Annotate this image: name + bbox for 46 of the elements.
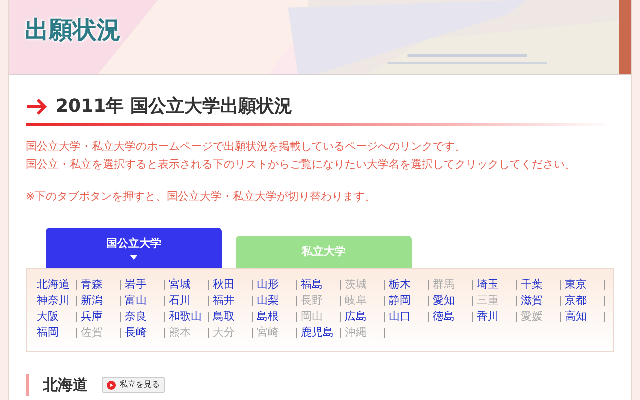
intro-text: 国公立大学・私立大学のホームページで出願状況を掲載しているページへのリンクです。 [26,139,467,155]
prefecture-link[interactable]: 広島 [345,308,367,326]
prefecture-link[interactable]: 秋田 [213,276,235,294]
prefecture-link[interactable]: 神奈川 [37,292,70,310]
prefecture-link[interactable]: 岩手 [125,276,147,294]
caret-icon [130,254,138,260]
prefecture-link[interactable]: 鳥取 [213,308,235,326]
note-text: ※下のタブボタンを押すと、国公立大学・私立大学が切り替わります。 [26,189,378,205]
prefecture-link[interactable]: 山口 [389,308,411,326]
prefecture-link[interactable]: 香川 [477,308,499,326]
prefecture-link[interactable]: 島根 [257,308,279,326]
prefecture-link[interactable]: 東京 [565,276,587,294]
prefecture-link[interactable]: 京都 [565,292,587,310]
prefecture-link[interactable]: 北海道 [37,276,70,294]
prefecture-link[interactable]: 鹿児島 [301,324,334,342]
prefecture-link[interactable]: 栃木 [389,276,411,294]
intro-text: 国公立・私立を選択すると表示される下のリストからご覧になりたい大学名を選択してクリックしてください。 [26,157,577,173]
prefecture-link[interactable]: 福岡 [37,324,59,342]
view-private-button[interactable]: 私立を見る [102,377,165,394]
prefecture-link[interactable]: 石川 [169,292,191,310]
prefecture-link[interactable]: 埼玉 [477,276,499,294]
play-icon [107,380,116,390]
prefecture-link[interactable]: 徳島 [433,308,455,326]
prefecture-link[interactable]: 福島 [301,276,323,294]
prefecture-link[interactable]: 富山 [125,292,147,310]
tab[interactable]: 国公立大学 [46,228,222,268]
prefecture-link[interactable]: 静岡 [389,292,411,310]
prefecture-link[interactable]: 山梨 [257,292,279,310]
prefecture-link[interactable]: 青森 [81,276,103,294]
prefecture-link[interactable]: 福井 [213,292,235,310]
prefecture-link[interactable]: 長崎 [125,324,147,342]
prefecture-link[interactable]: 高知 [565,308,587,326]
prefecture-link[interactable]: 滋賀 [521,292,543,310]
prefecture-link[interactable]: 和歌山 [169,308,202,326]
prefecture-link[interactable]: 大阪 [37,308,59,326]
prefecture-link[interactable]: 千葉 [521,276,543,294]
prefecture-link[interactable]: 宮城 [169,276,191,294]
arrow-icon [26,98,48,116]
region-heading: 北海道 [43,375,88,396]
section-heading: 2011年 国公立大学出願状況 [56,95,292,119]
page-title: 出願状況 [25,15,121,46]
prefecture-link[interactable]: 愛知 [433,292,455,310]
prefecture-link[interactable]: 兵庫 [81,308,103,326]
prefecture-link[interactable]: 奈良 [125,308,147,326]
prefecture-link[interactable]: 新潟 [81,292,103,310]
prefecture-link[interactable]: 山形 [257,276,279,294]
